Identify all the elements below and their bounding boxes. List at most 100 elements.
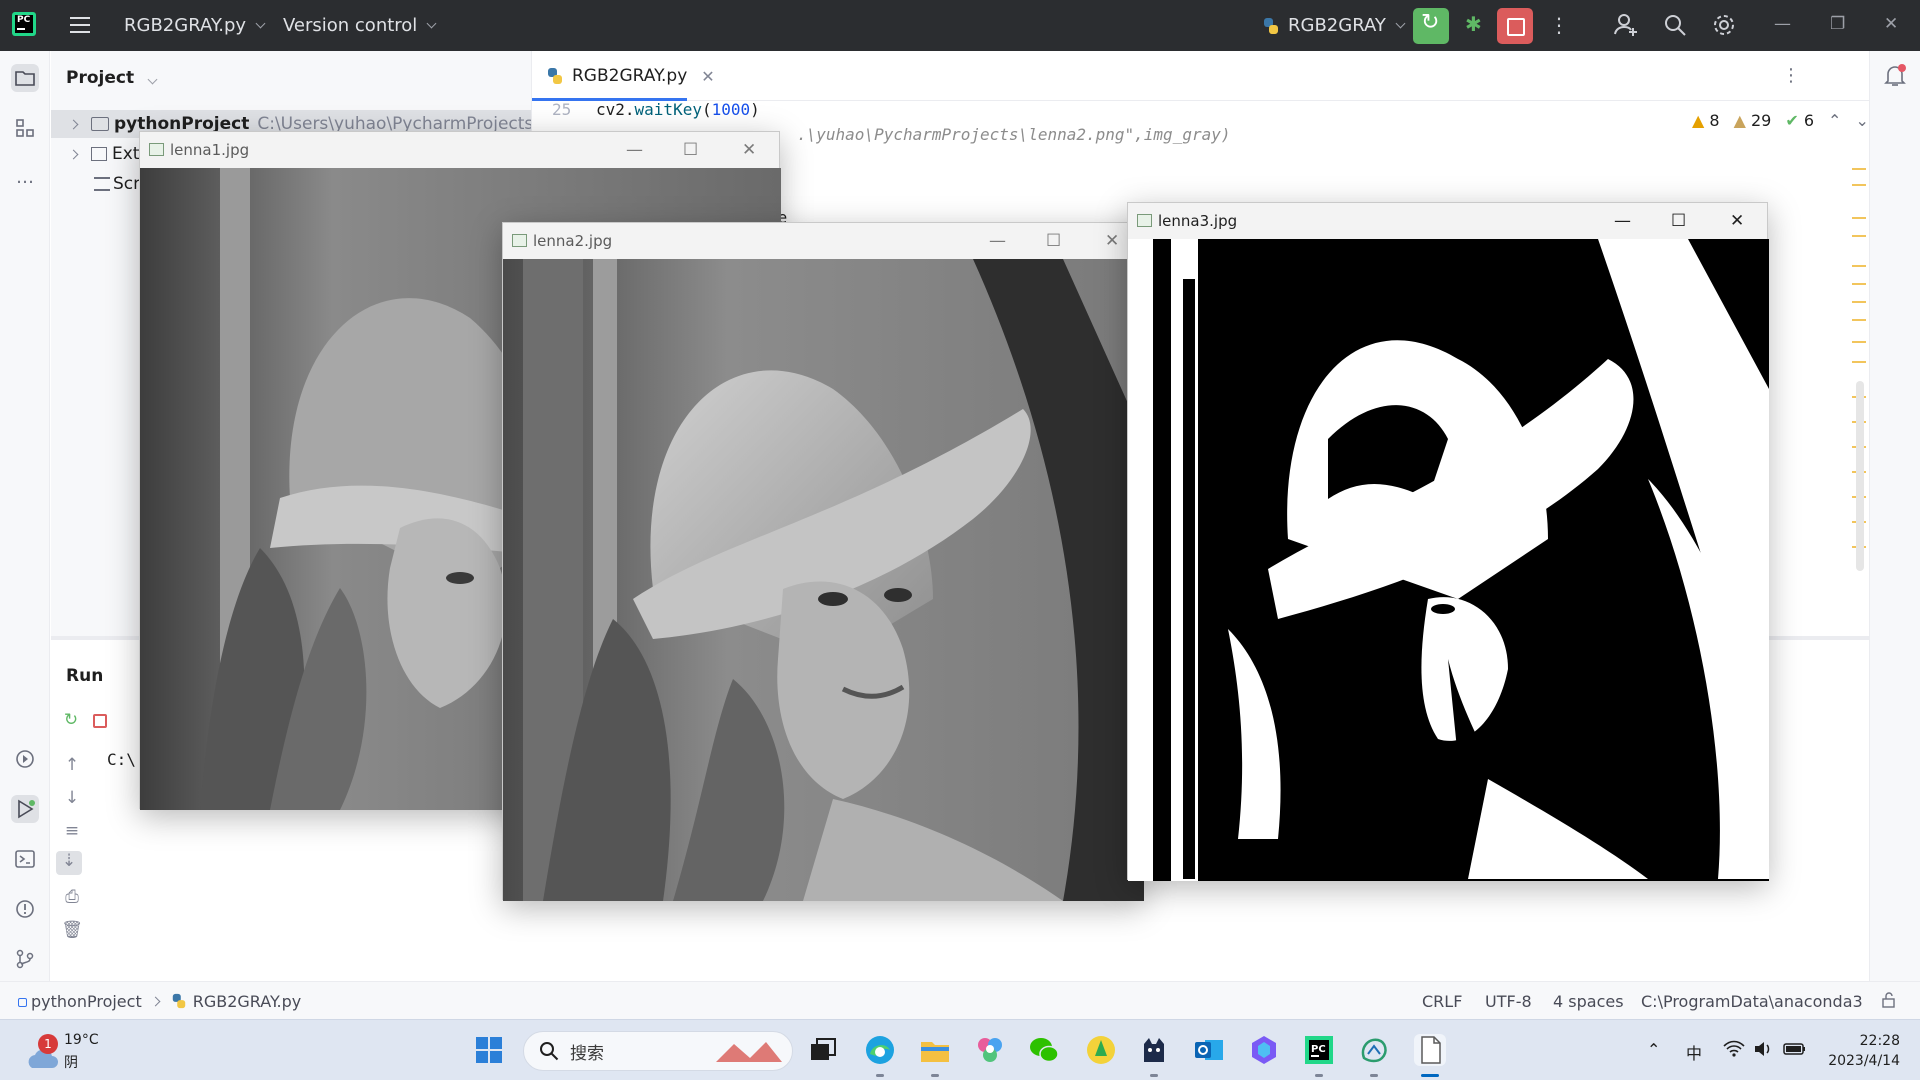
maximize-icon[interactable]: ☐ [1671,211,1686,231]
close-icon[interactable]: ✕ [1730,211,1744,231]
ime-indicator[interactable]: 中 [1686,1040,1702,1064]
breadcrumb-project[interactable]: pythonProject [31,992,142,1011]
image-window-lenna2[interactable]: lenna2.jpg — ☐ ✕ [502,222,1144,901]
notifications-bell-icon[interactable] [1882,63,1908,89]
warning-stripe[interactable] [1852,361,1866,363]
task-view-icon[interactable] [807,1034,839,1066]
warning-stripe[interactable] [1852,184,1866,186]
warning-stripe[interactable] [1852,283,1866,285]
tree-item-label: Scr [113,174,141,194]
warning-stripe[interactable] [1852,341,1866,343]
warning-stripe[interactable] [1852,217,1866,219]
structure-icon[interactable] [11,114,39,142]
minimize-icon[interactable]: — [1614,211,1631,231]
maximize-icon[interactable]: ☐ [683,140,698,160]
minimize-icon[interactable]: — [626,140,643,160]
run-tool-icon[interactable] [11,795,39,823]
inspection-widget[interactable]: ▲ 8 ▲ 29 ✔ 6 ⌃ ⌄ [1692,111,1869,130]
more-tools-icon[interactable]: … [11,164,39,192]
debug-button[interactable] [1456,8,1492,44]
tab-rgb2gray[interactable]: RGB2GRAY.py ✕ [546,63,715,89]
file-explorer-icon[interactable] [919,1034,951,1066]
line-separator[interactable]: CRLF [1422,992,1462,1011]
read-only-lock-icon[interactable] [1881,992,1897,1012]
chevron-right-icon[interactable] [68,119,79,129]
title-bar: RGB2GRAY.py Version control RGB2GRAY ⋮ —… [0,0,1920,51]
warning-stripe[interactable] [1852,319,1866,321]
minimize-icon[interactable]: — [1774,14,1791,34]
warning-stripe[interactable] [1852,265,1866,267]
weather-widget[interactable]: 1 19°C 阴 [20,1030,130,1074]
run-panel-title[interactable]: Run [66,666,103,686]
code-line[interactable]: .\yuhao\PycharmProjects\lenna2.png",img_… [797,125,1230,144]
close-tab-icon[interactable]: ✕ [701,67,714,86]
outlook-icon[interactable] [1193,1034,1225,1066]
warning-stripe[interactable] [1852,301,1866,303]
svg-text:PC: PC [1311,1044,1326,1055]
search-icon[interactable] [1662,12,1688,38]
wifi-icon[interactable] [1723,1040,1745,1062]
more-options-icon[interactable]: ⋮ [1782,65,1800,86]
close-icon[interactable]: ✕ [742,140,756,160]
tree-item-scratches[interactable]: Scr [94,171,140,197]
add-user-icon[interactable] [1613,12,1639,38]
minimize-icon[interactable]: — [989,231,1006,251]
services-icon[interactable] [11,745,39,773]
stop-icon[interactable] [88,710,112,734]
indent-setting[interactable]: 4 spaces [1553,992,1624,1011]
close-icon[interactable]: ✕ [1884,14,1898,34]
scroll-to-end-icon[interactable]: ⇣ [56,851,82,875]
print-icon[interactable]: ⎙ [60,887,84,911]
breadcrumb-file[interactable]: RGB2GRAY.py [193,992,301,1011]
cat-app-icon[interactable] [1138,1034,1170,1066]
show-hidden-icons-chevron-icon[interactable]: ⌃ [1647,1040,1660,1059]
close-icon[interactable]: ✕ [1105,231,1119,251]
git-branch-icon[interactable] [11,945,39,973]
soft-wrap-icon[interactable]: ≡ [60,821,84,845]
chevron-up-icon[interactable]: ⌃ [1828,111,1841,130]
scroll-up-icon[interactable]: ↑ [60,755,84,779]
console-output[interactable]: C:\ [107,750,136,769]
terminal-icon[interactable] [11,845,39,873]
project-selector[interactable]: RGB2GRAY.py [124,0,266,51]
file-encoding[interactable]: UTF-8 [1485,992,1532,1011]
problems-icon[interactable] [11,895,39,923]
run-config-selector[interactable]: RGB2GRAY [1262,0,1406,51]
edge-browser-icon[interactable] [864,1034,896,1066]
tree-item-external-libraries[interactable]: Ext [68,141,139,167]
rerun-icon[interactable]: ↻ [59,710,83,734]
pycharm-taskbar-icon[interactable]: PC [1303,1034,1335,1066]
project-panel-title[interactable]: Project [66,68,158,88]
restore-icon[interactable]: ❐ [1830,14,1845,34]
settings-gear-icon[interactable] [1711,12,1737,38]
chevron-down-icon[interactable]: ⌄ [1855,111,1868,130]
anaconda-app-icon[interactable] [1358,1034,1390,1066]
volume-icon[interactable] [1753,1040,1773,1062]
image-window-lenna3[interactable]: lenna3.jpg — ☐ ✕ [1127,202,1769,881]
editor-scrollbar[interactable] [1856,381,1864,571]
rerun-button[interactable] [1413,8,1449,44]
warning-stripe[interactable] [1852,235,1866,237]
copilot-icon[interactable] [1248,1034,1280,1066]
battery-icon[interactable] [1783,1040,1807,1062]
python-interpreter[interactable]: C:\ProgramData\anaconda3 [1641,992,1863,1011]
green-app-icon[interactable] [1085,1034,1117,1066]
system-clock[interactable]: 22:28 2023/4/14 [1828,1031,1900,1071]
warning-stripe[interactable] [1852,168,1866,170]
main-menu-icon[interactable] [70,17,90,33]
taskbar-search[interactable]: 搜索 [523,1031,793,1071]
chevron-right-icon[interactable] [68,149,79,159]
more-options-icon[interactable]: ⋮ [1546,12,1572,38]
image-viewer-icon[interactable] [1414,1034,1446,1066]
wechat-icon[interactable] [1028,1034,1060,1066]
scroll-down-icon[interactable]: ↓ [60,788,84,812]
window-title: lenna3.jpg [1158,212,1238,230]
trash-icon[interactable]: 🗑 [60,920,84,944]
project-folder-icon[interactable] [11,64,39,92]
stop-button[interactable] [1497,8,1533,44]
windows-start-icon[interactable] [473,1034,505,1066]
maximize-icon[interactable]: ☐ [1046,231,1061,251]
app-pinwheel-icon[interactable] [974,1034,1006,1066]
code-line[interactable]: cv2.waitKey(1000) [596,100,760,119]
vcs-selector[interactable]: Version control [283,0,437,51]
